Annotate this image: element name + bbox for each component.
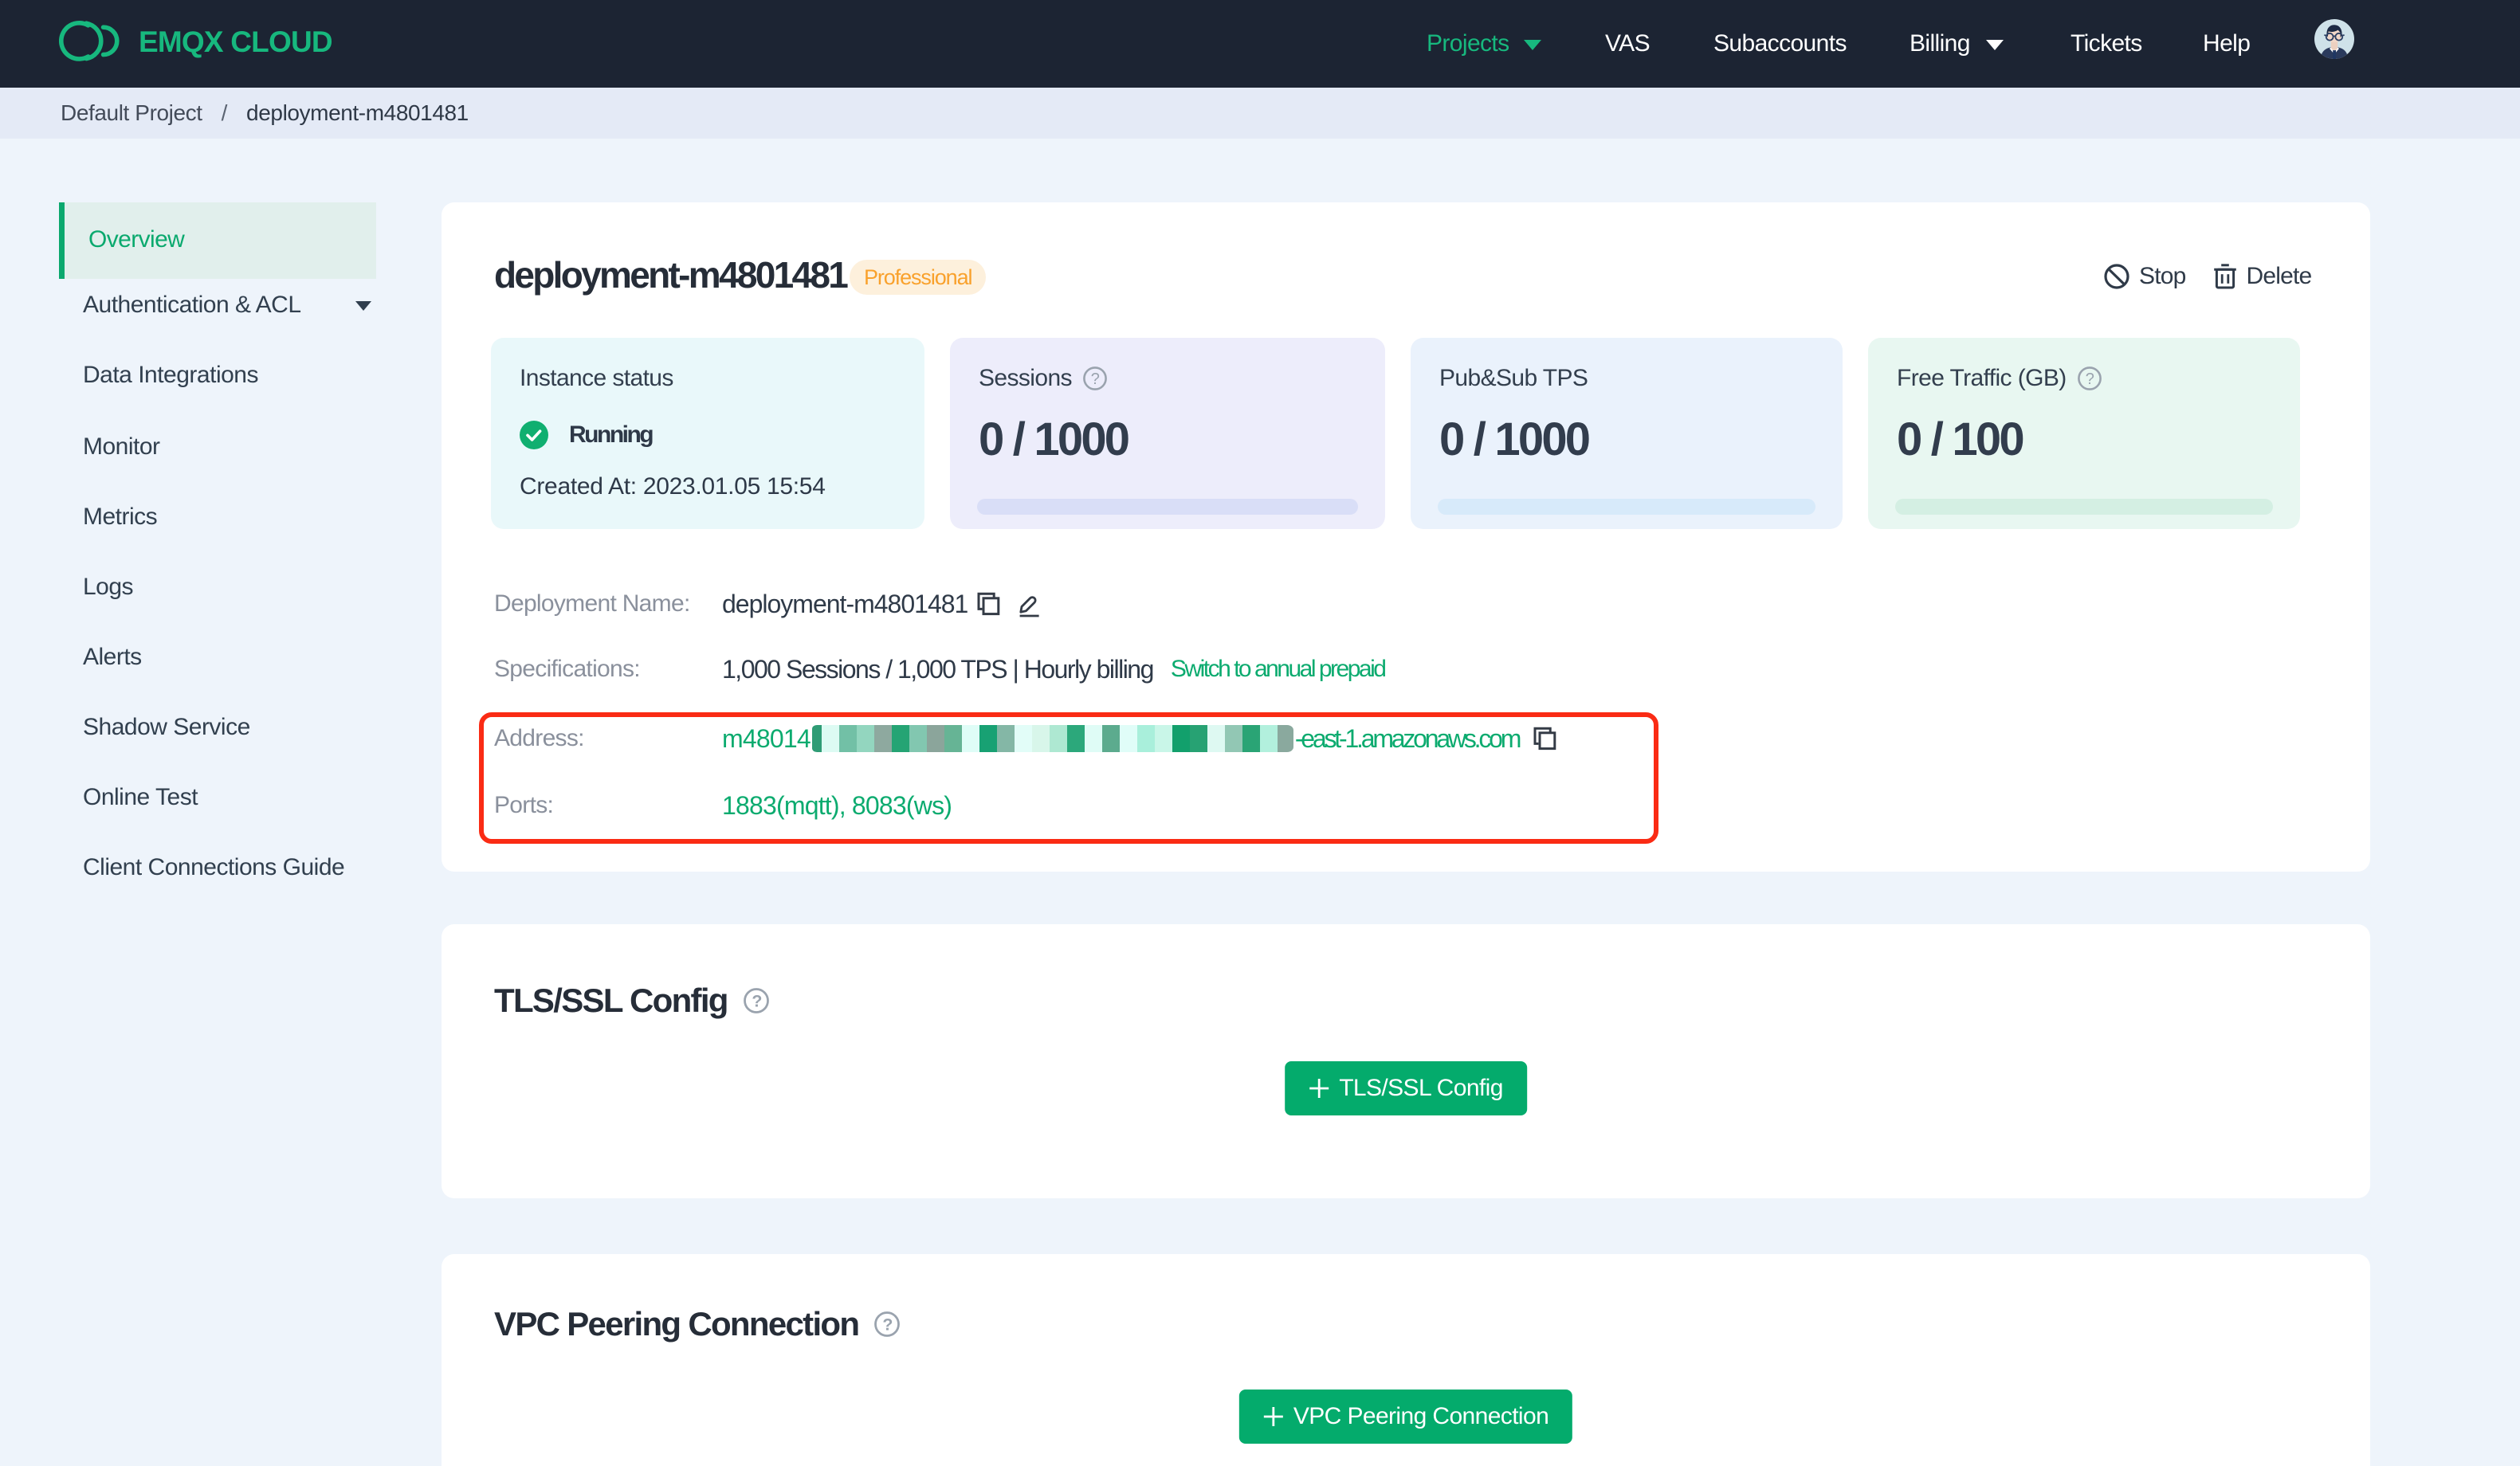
svg-text:?: ? [1091, 370, 1100, 388]
svg-text:?: ? [883, 1315, 893, 1334]
svg-text:?: ? [2085, 370, 2094, 388]
svg-text:?: ? [752, 991, 761, 1010]
